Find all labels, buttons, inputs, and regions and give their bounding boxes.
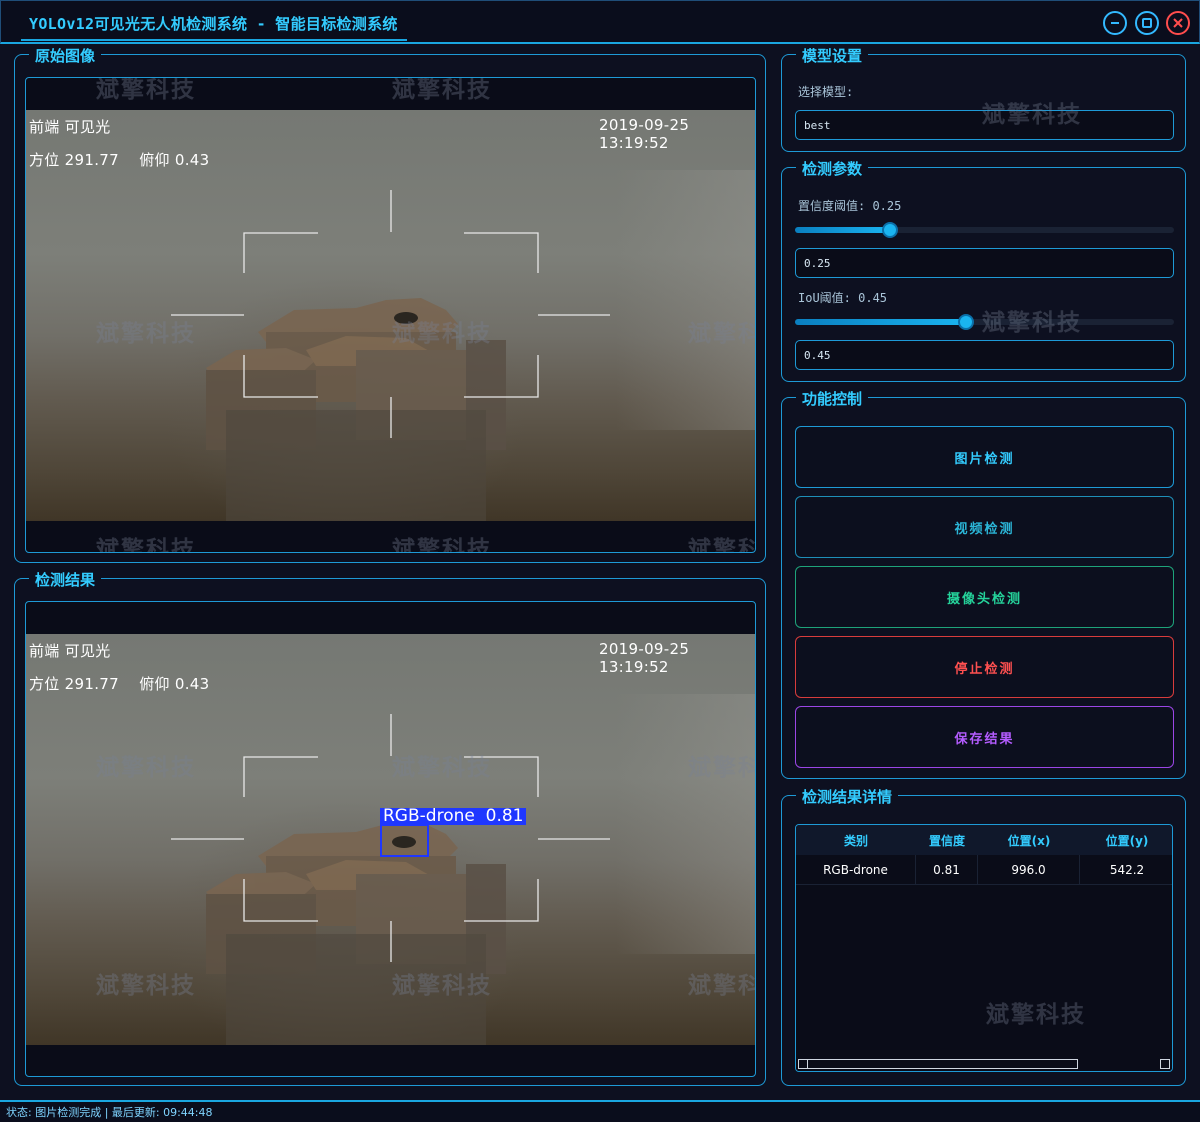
column-header-confidence[interactable]: 置信度 xyxy=(916,825,978,855)
title-underline xyxy=(21,39,407,41)
original-image-group: 原始图像 前端 可见光 2019-09-25 13:19:52 方位 291.7… xyxy=(14,45,766,563)
watermark: 斌擎科技 xyxy=(986,1002,1086,1028)
cell-class: RGB-drone xyxy=(796,855,916,884)
image-detect-button[interactable]: 图片检测 xyxy=(795,426,1174,488)
results-table: 类别 置信度 位置(x) 位置(y) RGB-drone 0.81 996.0 … xyxy=(795,824,1173,1072)
cell-y: 542.2 xyxy=(1109,862,1145,877)
column-header-x[interactable]: 位置(x) xyxy=(978,825,1080,855)
confidence-threshold-label: 置信度阈值: 0.25 xyxy=(798,199,902,213)
select-model-label: 选择模型: xyxy=(798,85,854,99)
watermark: 斌擎科技 xyxy=(96,537,196,553)
detection-box-label: RGB-drone 0.81 xyxy=(380,808,527,825)
building-scene xyxy=(171,190,610,521)
function-controls-group: 功能控制 图片检测 视频检测 摄像头检测 停止检测 保存结果 xyxy=(781,388,1186,779)
original-image-frame: 前端 可见光 2019-09-25 13:19:52 方位 291.77 俯仰 … xyxy=(25,77,756,553)
iou-slider[interactable] xyxy=(795,314,1174,330)
watermark: 斌擎科技 xyxy=(688,537,755,553)
detect-params-group: 检测参数 置信度阈值: 0.25 0.25 IoU阈值: 0.45 0.45 斌… xyxy=(781,158,1186,382)
detection-bounding-box xyxy=(380,824,429,857)
save-result-button[interactable]: 保存结果 xyxy=(795,706,1174,768)
cell-x: 996.0 xyxy=(978,855,1080,884)
timestamp: 2019-09-25 13:19:52 xyxy=(599,640,690,676)
scroll-left-button[interactable] xyxy=(798,1059,808,1069)
table-row[interactable]: RGB-drone 0.81 996.0 542.2 xyxy=(796,855,1172,885)
iou-threshold-label: IoU阈值: 0.45 xyxy=(798,291,888,305)
status-text: 状态: 图片检测完成 | 最后更新: 09:44:48 xyxy=(6,1106,213,1119)
iou-input[interactable]: 0.45 xyxy=(795,340,1174,370)
result-image-frame: 前端 可见光 2019-09-25 13:19:52 方位 291.77 俯仰 … xyxy=(25,601,756,1077)
close-button[interactable] xyxy=(1166,11,1190,35)
scroll-right-button[interactable] xyxy=(1160,1059,1170,1069)
cell-confidence: 0.81 xyxy=(916,855,978,884)
confidence-slider-handle[interactable] xyxy=(882,222,898,238)
orientation-readout: 方位 291.77 俯仰 0.43 xyxy=(29,675,210,693)
timestamp: 2019-09-25 13:19:52 xyxy=(599,116,690,152)
maximize-icon xyxy=(1142,18,1152,28)
watermark: 斌擎科技 xyxy=(392,77,492,103)
maximize-button[interactable] xyxy=(1135,11,1159,35)
iou-slider-handle[interactable] xyxy=(958,314,974,330)
column-header-class[interactable]: 类别 xyxy=(796,825,916,855)
column-header-y[interactable]: 位置(y) xyxy=(1080,825,1172,855)
original-image: 前端 可见光 2019-09-25 13:19:52 方位 291.77 俯仰 … xyxy=(26,110,755,521)
function-controls-title: 功能控制 xyxy=(796,388,869,409)
camera-detect-button[interactable]: 摄像头检测 xyxy=(795,566,1174,628)
model-settings-group: 模型设置 选择模型: best 斌擎科技 xyxy=(781,45,1186,152)
detection-result-title: 检测结果 xyxy=(29,569,102,590)
title-bar: YOLOv12可见光无人机检测系统 - 智能目标检测系统 xyxy=(0,0,1200,44)
orientation-readout: 方位 291.77 俯仰 0.43 xyxy=(29,151,210,169)
detect-params-title: 检测参数 xyxy=(796,158,869,179)
result-image: 前端 可见光 2019-09-25 13:19:52 方位 291.77 俯仰 … xyxy=(26,634,755,1045)
table-header: 类别 置信度 位置(x) 位置(y) xyxy=(796,825,1172,855)
watermark: 斌擎科技 xyxy=(96,77,196,103)
result-details-group: 检测结果详情 类别 置信度 位置(x) 位置(y) RGB-drone 0.81… xyxy=(781,786,1186,1086)
watermark: 斌擎科技 xyxy=(392,537,492,553)
minimize-button[interactable] xyxy=(1103,11,1127,35)
front-label: 前端 可见光 xyxy=(29,642,111,660)
confidence-slider[interactable] xyxy=(795,222,1174,238)
minimize-icon xyxy=(1111,22,1119,24)
model-select[interactable]: best xyxy=(795,110,1174,140)
window-title: YOLOv12可见光无人机检测系统 - 智能目标检测系统 xyxy=(29,15,398,33)
front-label: 前端 可见光 xyxy=(29,118,111,136)
confidence-input[interactable]: 0.25 xyxy=(795,248,1174,278)
scrollbar-thumb[interactable] xyxy=(798,1059,1078,1069)
model-settings-title: 模型设置 xyxy=(796,45,869,66)
status-bar: 状态: 图片检测完成 | 最后更新: 09:44:48 xyxy=(0,1100,1200,1122)
video-detect-button[interactable]: 视频检测 xyxy=(795,496,1174,558)
detection-result-group: 检测结果 前端 可见光 2019-09-25 13:19:52 方位 291.7… xyxy=(14,569,766,1086)
original-image-title: 原始图像 xyxy=(29,45,102,66)
close-icon xyxy=(1173,18,1183,28)
horizontal-scrollbar[interactable] xyxy=(796,1057,1172,1071)
stop-detect-button[interactable]: 停止检测 xyxy=(795,636,1174,698)
result-details-title: 检测结果详情 xyxy=(796,786,899,807)
